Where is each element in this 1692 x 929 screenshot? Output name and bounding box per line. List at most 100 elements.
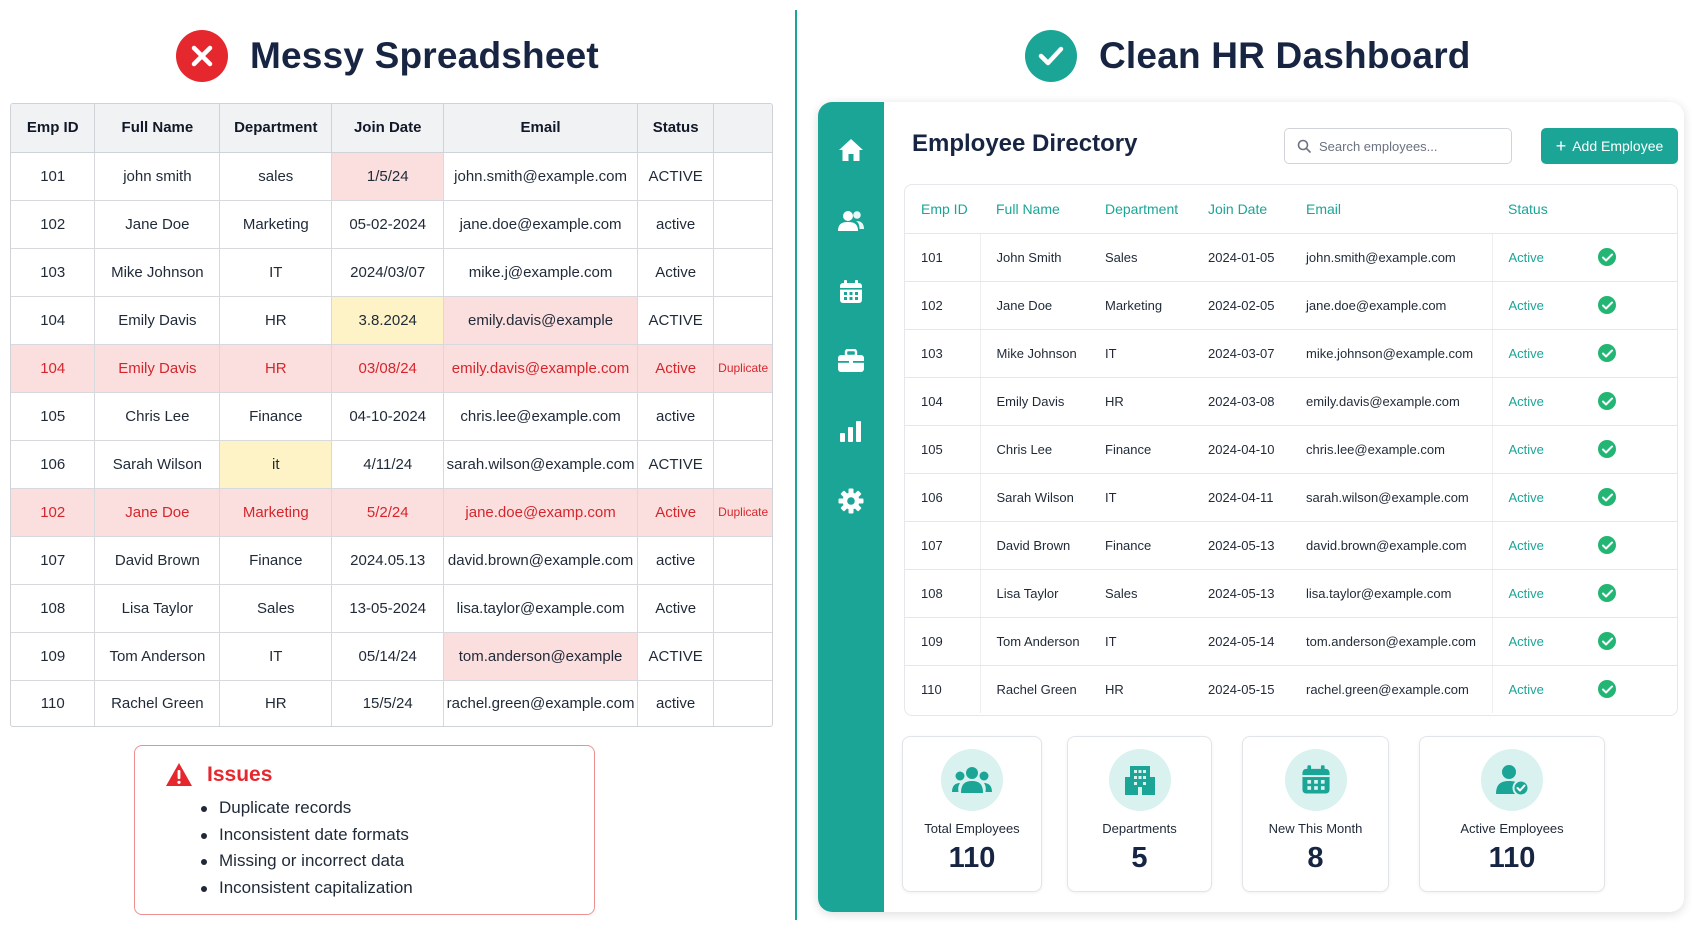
table-cell-name[interactable]: Mike Johnson [94,248,221,297]
search-input[interactable] [1319,138,1499,154]
column-header[interactable]: Full Name [94,104,221,153]
table-cell-name[interactable]: Sarah Wilson [94,440,221,489]
table-cell-id[interactable]: 101 [11,152,96,201]
table-cell-email[interactable]: tom.anderson@example [443,632,638,681]
table-cell-name[interactable]: Emily Davis [94,296,221,345]
table-cell-name[interactable]: john smith [94,152,221,201]
table-cell-date[interactable]: 2024/03/07 [331,248,445,297]
duplicate-tag[interactable] [713,200,772,249]
table-cell-date[interactable]: 05-02-2024 [331,200,445,249]
column-header[interactable] [713,104,772,153]
column-header[interactable]: Department [1089,185,1192,234]
table-cell-date[interactable]: 2024.05.13 [331,536,445,585]
table-cell-name[interactable]: David Brown [94,536,221,585]
table-cell-id[interactable]: 103 [11,248,96,297]
table-cell-id[interactable]: 105 [11,392,96,441]
table-cell-id[interactable]: 102 [11,200,96,249]
table-cell-status[interactable]: Active [637,248,715,297]
duplicate-tag[interactable] [713,248,772,297]
table-cell-email[interactable]: jane.doe@examp.com [443,488,638,537]
table-cell-id[interactable]: 106 [11,440,96,489]
duplicate-tag[interactable] [713,296,772,345]
duplicate-tag[interactable] [713,440,772,489]
table-cell-id[interactable]: 104 [11,296,96,345]
table-row[interactable]: 109 Tom Anderson IT 2024-05-14 tom.anderson@… [905,617,1677,666]
table-cell-date[interactable]: 5/2/24 [331,488,445,537]
duplicate-tag[interactable] [713,392,772,441]
table-cell-dept[interactable]: Marketing [219,488,333,537]
table-cell-name[interactable]: Jane Doe [94,200,221,249]
column-header[interactable]: Email [1290,185,1492,234]
table-cell-dept[interactable]: it [219,440,333,489]
table-cell-status[interactable]: active [637,680,715,726]
table-cell-id[interactable]: 110 [11,680,96,726]
table-cell-id[interactable]: 109 [11,632,96,681]
duplicate-tag[interactable] [714,680,772,726]
table-row[interactable]: 108 Lisa Taylor Sales 2024-05-13 lisa.taylor… [905,569,1677,618]
table-cell-email[interactable]: emily.davis@example.com [443,344,638,393]
table-cell-status[interactable]: ACTIVE [637,440,715,489]
column-header[interactable]: Status [637,104,715,153]
table-cell-date[interactable]: 1/5/24 [331,152,445,201]
bar-chart-icon[interactable] [835,415,867,447]
table-cell-status[interactable]: ACTIVE [637,632,715,681]
column-header[interactable]: Join Date [331,104,445,153]
table-cell-status[interactable]: Active [637,584,715,633]
table-cell-date[interactable]: 15/5/24 [331,680,445,726]
table-row[interactable]: 103 Mike Johnson IT 2024-03-07 mike.johnson@… [905,329,1677,378]
table-cell-email[interactable]: lisa.taylor@example.com [443,584,638,633]
calendar-icon[interactable] [835,276,867,308]
table-cell-date[interactable]: 03/08/24 [331,344,445,393]
table-row[interactable]: 102 Jane Doe Marketing 2024-02-05 jane.doe@e… [905,281,1677,330]
column-header[interactable]: Emp ID [905,185,980,234]
table-cell-name[interactable]: Lisa Taylor [94,584,221,633]
table-cell-date[interactable]: 4/11/24 [331,440,445,489]
duplicate-tag[interactable] [713,632,772,681]
column-header[interactable]: Email [443,104,638,153]
table-cell-date[interactable]: 04-10-2024 [331,392,445,441]
users-icon[interactable] [835,205,867,237]
table-cell-dept[interactable]: sales [219,152,333,201]
table-cell-status[interactable]: active [637,200,715,249]
table-cell-dept[interactable]: IT [219,632,333,681]
table-row[interactable]: 106 Sarah Wilson IT 2024-04-11 sarah.wilson@… [905,473,1677,522]
table-cell-dept[interactable]: Finance [219,536,333,585]
table-cell-id[interactable]: 108 [11,584,96,633]
column-header[interactable]: Full Name [980,185,1089,234]
table-cell-dept[interactable]: Marketing [219,200,333,249]
duplicate-tag[interactable]: Duplicate [713,344,772,393]
table-cell-dept[interactable]: Finance [219,392,333,441]
table-cell-email[interactable]: sarah.wilson@example.com [443,440,638,489]
table-cell-dept[interactable]: HR [219,680,333,726]
column-header[interactable]: Department [219,104,333,153]
table-cell-status[interactable]: ACTIVE [637,296,715,345]
table-cell-name[interactable]: Jane Doe [94,488,221,537]
add-employee-button[interactable]: + Add Employee [1541,128,1678,164]
table-row[interactable]: 101 John Smith Sales 2024-01-05 john.smith@e… [905,233,1677,282]
column-header[interactable]: Emp ID [11,104,96,153]
table-cell-name[interactable]: Tom Anderson [94,632,221,681]
table-cell-id[interactable]: 102 [11,488,96,537]
table-cell-status[interactable]: active [637,392,715,441]
search-box[interactable] [1284,128,1512,164]
table-row[interactable]: 104 Emily Davis HR 2024-03-08 emily.davis@ex… [905,377,1677,426]
table-cell-dept[interactable]: HR [219,344,333,393]
duplicate-tag[interactable] [713,584,772,633]
table-cell-id[interactable]: 104 [11,344,96,393]
table-cell-dept[interactable]: Sales [219,584,333,633]
table-cell-status[interactable]: Active [637,488,715,537]
table-row[interactable]: 105 Chris Lee Finance 2024-04-10 chris.lee@e… [905,425,1677,474]
table-cell-status[interactable]: ACTIVE [637,152,715,201]
table-cell-email[interactable]: chris.lee@example.com [443,392,638,441]
table-cell-email[interactable]: emily.davis@example [443,296,638,345]
table-cell-id[interactable]: 107 [11,536,96,585]
table-cell-email[interactable]: jane.doe@example.com [443,200,638,249]
table-cell-email[interactable]: david.brown@example.com [443,536,638,585]
table-cell-name[interactable]: Rachel Green [94,680,221,726]
table-cell-date[interactable]: 05/14/24 [331,632,445,681]
table-cell-email[interactable]: rachel.green@example.com [443,680,638,726]
briefcase-icon[interactable] [835,345,867,377]
table-row[interactable]: 110 Rachel Green HR 2024-05-15 rachel.green@… [905,665,1677,713]
table-row[interactable]: 107 David Brown Finance 2024-05-13 david.bro… [905,521,1677,570]
duplicate-tag[interactable] [713,152,772,201]
